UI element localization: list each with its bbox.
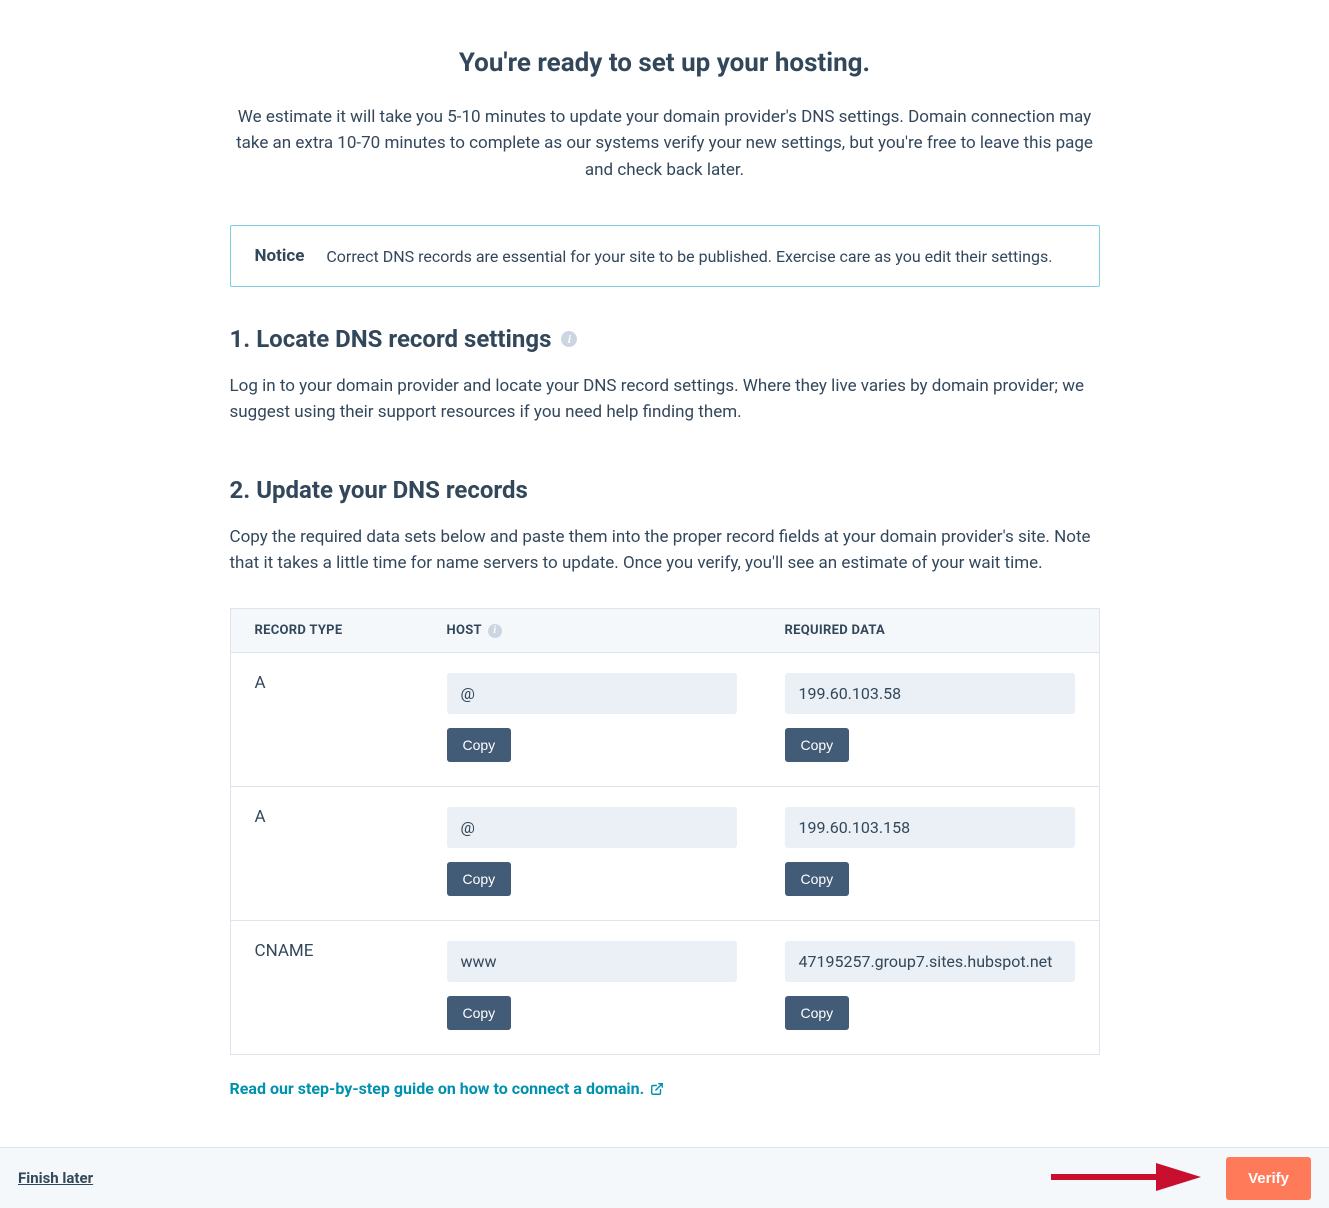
table-row: A @ Copy 199.60.103.58 Copy xyxy=(230,653,1099,787)
footer-bar: Finish later Verify xyxy=(0,1147,1329,1208)
guide-link[interactable]: Read our step-by-step guide on how to co… xyxy=(230,1079,665,1098)
copy-data-button[interactable]: Copy xyxy=(785,996,850,1030)
th-host: HOST i xyxy=(423,609,761,653)
cell-required-data: 199.60.103.58 Copy xyxy=(761,653,1100,787)
section-1-heading: 1. Locate DNS record settings i xyxy=(230,325,1100,353)
data-value: 199.60.103.158 xyxy=(785,807,1075,848)
cell-record-type: CNAME xyxy=(230,921,423,1055)
host-value: @ xyxy=(447,673,737,714)
external-link-icon xyxy=(650,1082,664,1096)
section-1-heading-text: 1. Locate DNS record settings xyxy=(230,325,552,353)
page-title: You're ready to set up your hosting. xyxy=(230,48,1100,78)
copy-host-button[interactable]: Copy xyxy=(447,728,512,762)
cell-host: @ Copy xyxy=(423,787,761,921)
section-2-text: Copy the required data sets below and pa… xyxy=(230,524,1100,577)
copy-host-button[interactable]: Copy xyxy=(447,996,512,1030)
notice-text: Correct DNS records are essential for yo… xyxy=(326,247,1052,266)
cell-record-type: A xyxy=(230,787,423,921)
host-value: www xyxy=(447,941,737,982)
section-2-heading: 2. Update your DNS records xyxy=(230,476,1100,504)
data-value: 199.60.103.58 xyxy=(785,673,1075,714)
cell-record-type: A xyxy=(230,653,423,787)
copy-data-button[interactable]: Copy xyxy=(785,728,850,762)
th-host-text: HOST xyxy=(447,623,482,638)
notice-label: Notice xyxy=(255,246,305,266)
table-row: CNAME www Copy 47195257.group7.sites.hub… xyxy=(230,921,1099,1055)
th-required-data: REQUIRED DATA xyxy=(761,609,1100,653)
th-record-type: RECORD TYPE xyxy=(230,609,423,653)
page-intro: We estimate it will take you 5-10 minute… xyxy=(230,104,1100,183)
cell-host: @ Copy xyxy=(423,653,761,787)
notice-box: Notice Correct DNS records are essential… xyxy=(230,225,1100,287)
info-icon[interactable]: i xyxy=(488,624,502,638)
cell-required-data: 199.60.103.158 Copy xyxy=(761,787,1100,921)
main-content: You're ready to set up your hosting. We … xyxy=(230,0,1100,1208)
copy-data-button[interactable]: Copy xyxy=(785,862,850,896)
data-value: 47195257.group7.sites.hubspot.net xyxy=(785,941,1075,982)
finish-later-link[interactable]: Finish later xyxy=(18,1169,93,1187)
cell-required-data: 47195257.group7.sites.hubspot.net Copy xyxy=(761,921,1100,1055)
verify-button[interactable]: Verify xyxy=(1226,1157,1311,1200)
host-value: @ xyxy=(447,807,737,848)
section-1-text: Log in to your domain provider and locat… xyxy=(230,373,1100,426)
cell-host: www Copy xyxy=(423,921,761,1055)
guide-link-text: Read our step-by-step guide on how to co… xyxy=(230,1079,645,1098)
copy-host-button[interactable]: Copy xyxy=(447,862,512,896)
info-icon[interactable]: i xyxy=(561,331,577,347)
table-row: A @ Copy 199.60.103.158 Copy xyxy=(230,787,1099,921)
dns-records-table: RECORD TYPE HOST i REQUIRED DATA A @ Cop… xyxy=(230,608,1100,1055)
section-2-heading-text: 2. Update your DNS records xyxy=(230,476,528,504)
